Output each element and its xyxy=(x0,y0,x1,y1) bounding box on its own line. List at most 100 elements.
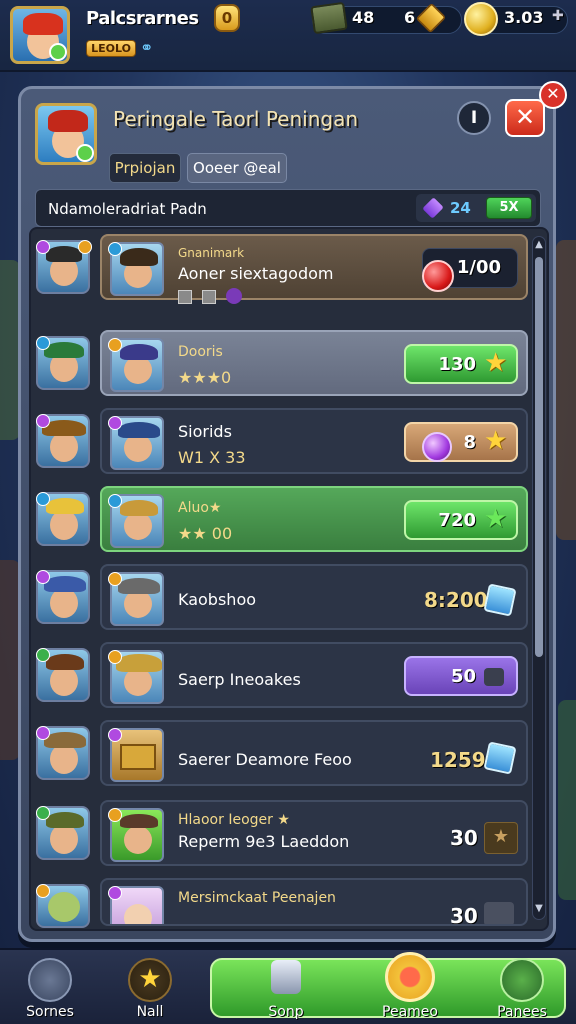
row-title: Aoner siextagodom xyxy=(178,264,334,283)
filter-gem-count: 24 xyxy=(450,199,471,217)
rarity-dot xyxy=(36,240,50,254)
rarity-dot xyxy=(36,570,50,584)
wood-icon xyxy=(310,1,348,35)
rarity-dot xyxy=(108,650,122,664)
scroll-down-icon[interactable]: ▼ xyxy=(533,903,545,917)
info-button[interactable]: I xyxy=(457,101,491,135)
rarity-dot xyxy=(108,886,122,900)
link-icon[interactable]: ⚭ xyxy=(140,38,164,58)
scroll-thumb[interactable] xyxy=(535,257,543,657)
rarity-dot xyxy=(36,806,50,820)
shop-row[interactable]: Gnanimark Aoner siextagodom 1/00 xyxy=(100,234,528,304)
row-name: Gnanimark xyxy=(178,246,245,260)
shop-row[interactable]: Saerp Ineoakes 50 xyxy=(100,642,528,708)
rarity-dot xyxy=(36,884,50,898)
purple-gem-icon xyxy=(422,197,444,219)
rarity-dot xyxy=(36,726,50,740)
price-label[interactable]: 8:200 xyxy=(424,588,488,628)
shop-row[interactable]: Siorids W1 X 33 8 ★ xyxy=(100,408,528,474)
crate-count: 6 xyxy=(404,8,416,27)
row-title: Siorids xyxy=(178,422,232,441)
bottom-navigation: Sornes ★ Nall Sonp Peameo Panees xyxy=(0,948,576,1024)
row-name: Aluo★ xyxy=(178,500,222,516)
purple-orb-icon xyxy=(422,432,452,462)
player-name: Palcsrarnes xyxy=(86,8,199,29)
filter-bar: Ndamoleradriat Padn 24 5X xyxy=(35,189,541,227)
row-stars: ★★★0 xyxy=(178,368,232,387)
background-decoration xyxy=(556,240,576,540)
row-stars: ★★ 00 xyxy=(178,524,233,543)
scrollbar[interactable]: ▲ ▼ xyxy=(532,236,546,920)
level-label: LEOLO xyxy=(86,40,136,57)
shop-row[interactable]: Mersimckaat Peenajen 30 xyxy=(100,878,528,926)
star-icon: ★ xyxy=(484,348,508,378)
rarity-dot xyxy=(36,336,50,350)
row-stats: W1 X 33 xyxy=(178,448,246,467)
shop-row[interactable]: Dooris ★★★0 130 ★ xyxy=(100,330,528,396)
panel-title: Peringale Taorl Peningan xyxy=(113,107,358,131)
tab-primary[interactable]: Prpiojan xyxy=(109,153,181,183)
row-name: Dooris xyxy=(178,344,223,360)
tab-secondary[interactable]: Ooeer @eal xyxy=(187,153,287,183)
rarity-dot xyxy=(108,728,122,742)
price-label[interactable]: 1259 xyxy=(430,748,486,788)
row-title: Saerp Ineoakes xyxy=(178,670,301,689)
scroll-up-icon[interactable]: ▲ xyxy=(533,239,545,253)
nav-item-home[interactable]: Sornes xyxy=(10,954,90,1022)
price-label[interactable]: 30 xyxy=(450,826,478,866)
gold-coin-icon xyxy=(464,2,498,36)
crystal-icon xyxy=(271,960,301,994)
rarity-dot xyxy=(108,494,122,508)
star-crate-icon: ★ xyxy=(484,822,518,854)
star-icon: ★ xyxy=(128,958,172,1002)
nav-item-favorites[interactable]: ★ Nall xyxy=(110,954,190,1022)
star-icon: ★ xyxy=(484,504,508,534)
target-icon xyxy=(385,952,435,1002)
filter-button[interactable]: 5X xyxy=(486,197,532,219)
item-icon xyxy=(484,902,514,924)
item-icon xyxy=(178,290,192,304)
rarity-dot xyxy=(108,242,122,256)
sword-icon xyxy=(500,958,544,1002)
top-bar: Palcsrarnes 0 LEOLO ⚭ 48 6 3.03 ✚ xyxy=(0,0,576,72)
rarity-dot xyxy=(108,808,122,822)
player-avatar[interactable] xyxy=(10,6,70,64)
red-orb-icon xyxy=(422,260,454,292)
row-title: Saerer Deamore Feoo xyxy=(178,750,352,769)
rarity-dot xyxy=(36,414,50,428)
rarity-dot xyxy=(108,338,122,352)
wood-count: 48 xyxy=(352,8,375,27)
star-icon: ★ xyxy=(484,426,508,456)
nav-item-shop[interactable]: Sonp xyxy=(246,954,326,1022)
shop-row[interactable]: Aluo★ ★★ 00 720 ★ xyxy=(100,486,528,552)
row-title: Reperm 9e3 Laeddon xyxy=(178,832,350,851)
nav-item-pages[interactable]: Panees xyxy=(482,954,562,1022)
treasure-icon xyxy=(120,744,156,770)
hammer-icon xyxy=(484,668,504,686)
gold-count: 3.03 xyxy=(504,8,544,27)
rarity-dot xyxy=(36,648,50,662)
add-gold-icon[interactable]: ✚ xyxy=(552,8,564,24)
row-name: Hlaoor Ieoger ★ xyxy=(178,812,290,828)
currency-badge[interactable]: 0 xyxy=(214,4,240,32)
home-icon xyxy=(28,958,72,1002)
price-label[interactable]: 30 xyxy=(450,904,478,924)
filter-gem-box: 24 5X xyxy=(416,194,536,222)
background-decoration xyxy=(0,560,20,760)
row-title: Kaobshoo xyxy=(178,590,257,609)
background-decoration xyxy=(558,700,576,900)
shield-icon xyxy=(226,288,242,304)
shop-row[interactable]: Hlaoor Ieoger ★ Reperm 9e3 Laeddon 30 ★ xyxy=(100,800,528,866)
shop-row[interactable]: Saerer Deamore Feoo 1259 xyxy=(100,720,528,786)
rarity-dot xyxy=(78,240,92,254)
panel-avatar xyxy=(35,103,97,165)
rarity-dot xyxy=(36,492,50,506)
background-decoration xyxy=(0,260,20,440)
nav-item-events[interactable]: Peameo xyxy=(370,952,450,1022)
close-button[interactable]: ✕ xyxy=(505,99,545,137)
shop-row[interactable]: Kaobshoo 8:200 xyxy=(100,564,528,630)
close-corner-icon[interactable]: ✕ xyxy=(539,81,567,109)
filter-label: Ndamoleradriat Padn xyxy=(48,200,207,218)
rarity-dot xyxy=(108,416,122,430)
blue-gem-icon xyxy=(483,583,517,617)
